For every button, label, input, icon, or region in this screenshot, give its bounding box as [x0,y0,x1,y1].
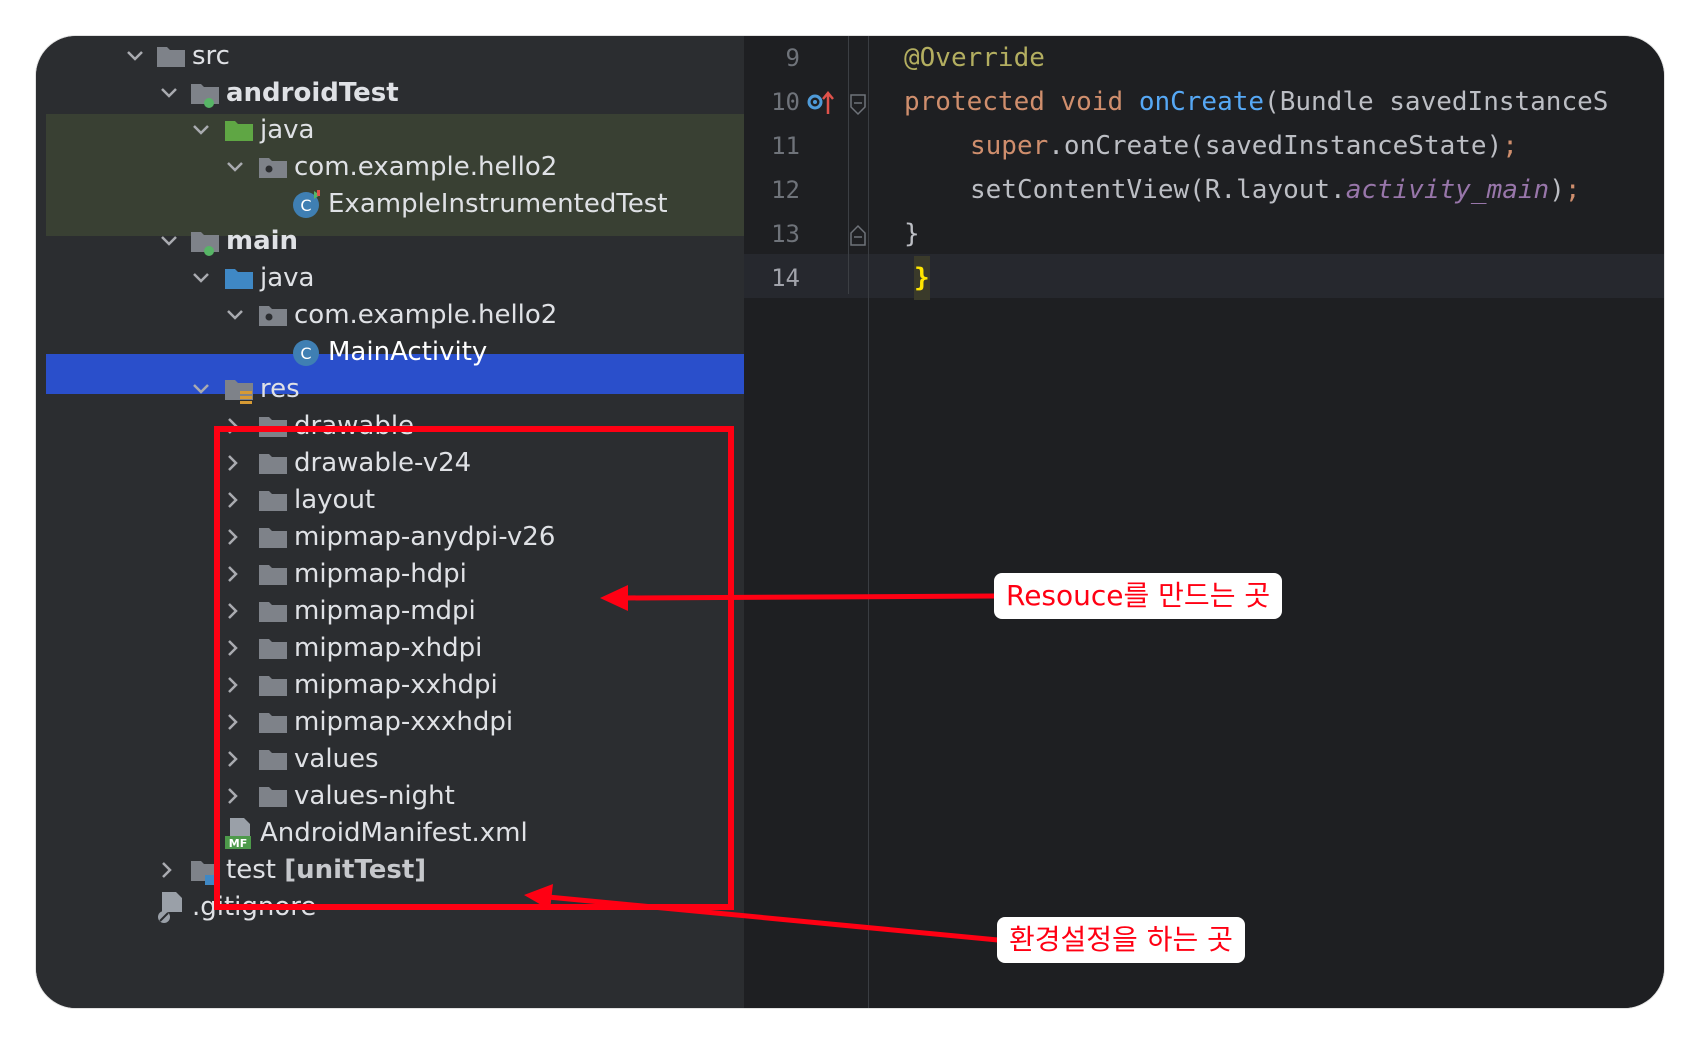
annotation-arrows [524,585,999,943]
manifest-callout: 환경설정을 하는 곳 [997,917,1245,963]
res-callout: Resouce를 만드는 곳 [994,573,1283,619]
